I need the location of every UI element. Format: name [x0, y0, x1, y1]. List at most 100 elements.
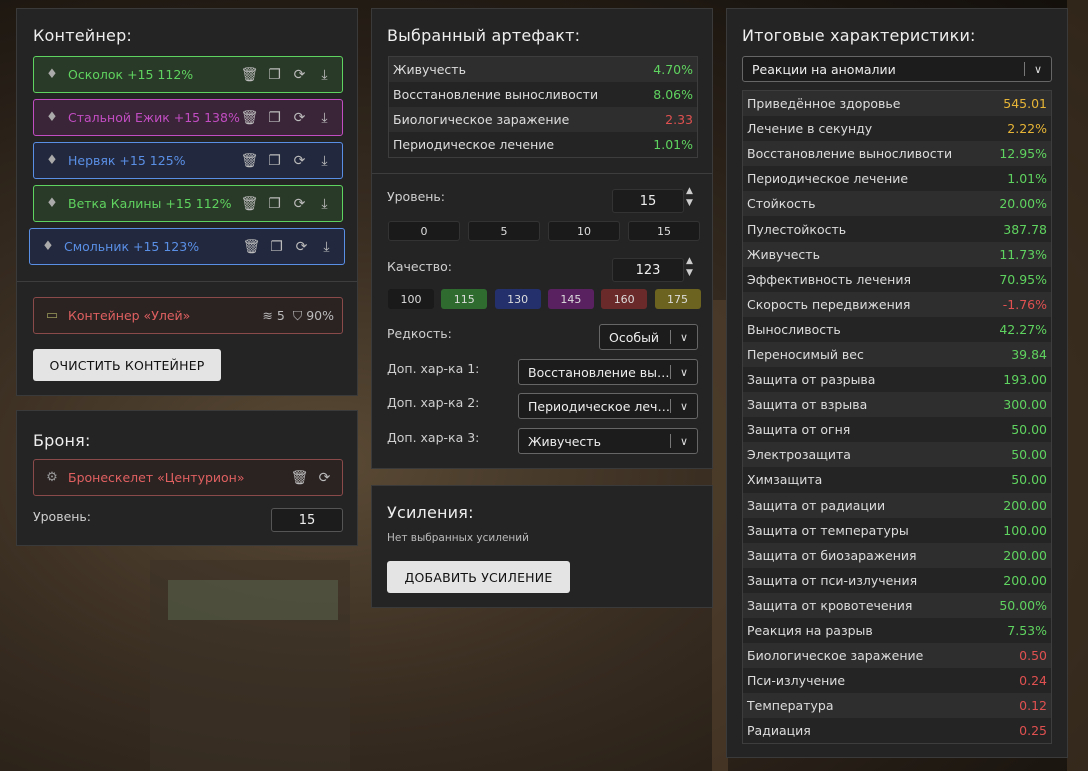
- quality-preset-button[interactable]: 145: [547, 289, 594, 309]
- copy-icon[interactable]: ❐: [267, 239, 286, 255]
- stat-value: 12.95%: [999, 146, 1047, 162]
- quality-stepper-icon[interactable]: ▲ ▼: [686, 255, 693, 279]
- rarity-label: Редкость:: [387, 326, 452, 341]
- download-icon[interactable]: ⤓: [315, 110, 334, 126]
- divider: [372, 173, 712, 174]
- artifact-title: Выбранный артефакт:: [387, 26, 581, 45]
- total-stat-row: Биологическое заражение 0.50: [743, 643, 1051, 669]
- stat-value: 193.00: [1003, 372, 1047, 388]
- chevron-down-icon: ∨: [679, 399, 689, 413]
- level-input[interactable]: 15: [612, 189, 684, 213]
- stat-value: 200.00: [1003, 497, 1047, 513]
- artifact-stat-row: Периодическое лечение 1.01%: [389, 132, 697, 157]
- totals-filter-select[interactable]: Реакции на аномалии ∨: [742, 56, 1052, 82]
- total-stat-row: Пулестойкость 387.78: [743, 216, 1051, 241]
- download-icon[interactable]: ⤓: [315, 67, 334, 83]
- swap-icon[interactable]: ⟳: [290, 196, 309, 212]
- quality-preset-button[interactable]: 130: [494, 289, 541, 309]
- stat-name: Восстановление выносливости: [393, 87, 599, 102]
- delete-icon[interactable]: 🗑: [242, 239, 261, 255]
- level-stepper-icon[interactable]: ▲ ▼: [686, 185, 693, 209]
- container-panel: Контейнер: ♦ Осколок +15 112% 🗑 ❐ ⟳ ⤓ ♦ …: [16, 8, 358, 396]
- delete-icon[interactable]: 🗑: [240, 153, 259, 169]
- delete-icon[interactable]: 🗑: [240, 196, 259, 212]
- quality-label: Качество:: [387, 259, 452, 274]
- add-boost-button[interactable]: ДОБАВИТЬ УСИЛЕНИЕ: [387, 561, 570, 593]
- stat-value: 8.06%: [653, 87, 693, 102]
- stat-name: Периодическое лечение: [393, 137, 555, 152]
- stat-value: 0.24: [1019, 673, 1047, 689]
- stat-name: Защита от огня: [747, 422, 851, 438]
- download-icon[interactable]: ⤓: [317, 239, 336, 255]
- extra1-select[interactable]: Восстановление выносливости ∨: [518, 359, 698, 385]
- armor-item[interactable]: ⚙ Бронескелет «Центурион» 🗑 ⟳: [33, 459, 343, 496]
- container-item[interactable]: ♦ Смольник +15 123% 🗑 ❐ ⟳ ⤓: [29, 228, 345, 265]
- swap-icon[interactable]: ⟳: [290, 67, 309, 83]
- total-stat-row: Скорость передвижения -1.76%: [743, 291, 1051, 317]
- delete-icon[interactable]: 🗑: [240, 67, 259, 83]
- stat-value: -1.76%: [1002, 296, 1047, 312]
- exoskeleton-icon: ⚙: [46, 470, 58, 485]
- artifact-smolnik-icon: ♦: [42, 239, 54, 254]
- level-preset-button[interactable]: 15: [628, 221, 700, 241]
- stat-value: 100.00: [1003, 522, 1047, 538]
- rarity-select[interactable]: Особый ∨: [599, 324, 698, 350]
- download-icon[interactable]: ⤓: [315, 196, 334, 212]
- container-box[interactable]: ▭ Контейнер «Улей» ≋ 5 ⛉ 90%: [33, 297, 343, 334]
- level-preset-button[interactable]: 10: [548, 221, 620, 241]
- container-slots: 5: [276, 308, 285, 323]
- copy-icon[interactable]: ❐: [265, 196, 284, 212]
- total-stat-row: Выносливость 42.27%: [743, 317, 1051, 342]
- extra2-label: Доп. хар-ка 2:: [387, 395, 480, 410]
- stat-name: Лечение в секунду: [747, 121, 873, 137]
- total-stat-row: Пси-излучение 0.24: [743, 668, 1051, 693]
- armor-level-input[interactable]: 15: [271, 508, 343, 532]
- container-item[interactable]: ♦ Нервяк +15 125% 🗑 ❐ ⟳ ⤓: [33, 142, 343, 179]
- copy-icon[interactable]: ❐: [265, 153, 284, 169]
- container-item[interactable]: ♦ Осколок +15 112% 🗑 ❐ ⟳ ⤓: [33, 56, 343, 93]
- copy-icon[interactable]: ❐: [265, 67, 284, 83]
- total-stat-row: Реакция на разрыв 7.53%: [743, 618, 1051, 643]
- quality-preset-button[interactable]: 160: [601, 289, 648, 309]
- stat-name: Живучесть: [747, 246, 820, 262]
- stat-name: Переносимый вес: [747, 346, 864, 362]
- clear-container-button[interactable]: ОЧИСТИТЬ КОНТЕЙНЕР: [33, 349, 221, 381]
- container-protection: 90%: [306, 308, 334, 323]
- stat-value: 7.53%: [1007, 623, 1047, 639]
- boosts-title: Усиления:: [387, 503, 474, 522]
- container-item[interactable]: ♦ Ветка Калины +15 112% 🗑 ❐ ⟳ ⤓: [33, 185, 343, 222]
- stat-name: Защита от кровотечения: [747, 597, 913, 613]
- level-label: Уровень:: [387, 189, 446, 204]
- container-box-icon: ▭: [45, 308, 59, 323]
- extra2-select[interactable]: Периодическое лечение ∨: [518, 393, 698, 419]
- totals-panel: Итоговые характеристики: Реакции на аном…: [726, 8, 1068, 758]
- container-item[interactable]: ♦ Стальной Ежик +15 138% 🗑 ❐ ⟳ ⤓: [33, 99, 343, 136]
- swap-icon[interactable]: ⟳: [292, 239, 311, 255]
- swap-icon[interactable]: ⟳: [290, 153, 309, 169]
- stat-name: Периодическое лечение: [747, 171, 909, 187]
- quality-preset-button[interactable]: 115: [441, 289, 488, 309]
- quality-input[interactable]: 123: [612, 258, 684, 282]
- quality-preset-button[interactable]: 175: [654, 289, 701, 309]
- totals-stats-table: Приведённое здоровье 545.01 Лечение в сек…: [742, 90, 1052, 745]
- delete-icon[interactable]: 🗑: [240, 110, 259, 126]
- copy-icon[interactable]: ❐: [265, 110, 284, 126]
- download-icon[interactable]: ⤓: [315, 153, 334, 169]
- container-item-name: Осколок +15 112%: [68, 67, 194, 82]
- stat-value: 2.22%: [1007, 121, 1047, 137]
- total-stat-row: Живучесть 11.73%: [743, 241, 1051, 267]
- stat-value: 1.01%: [1007, 171, 1047, 187]
- delete-icon[interactable]: 🗑: [290, 470, 309, 486]
- level-preset-button[interactable]: 0: [388, 221, 460, 241]
- extra3-select[interactable]: Живучесть ∨: [518, 428, 698, 454]
- quality-preset-button[interactable]: 100: [388, 289, 434, 309]
- level-preset-button[interactable]: 5: [468, 221, 540, 241]
- container-item-name: Стальной Ежик +15 138%: [68, 110, 240, 125]
- stat-name: Защита от радиации: [747, 497, 886, 513]
- totals-title: Итоговые характеристики:: [742, 26, 976, 45]
- armor-panel: Броня: ⚙ Бронескелет «Центурион» 🗑 ⟳ Уро…: [16, 410, 358, 546]
- total-stat-row: Защита от разрыва 193.00: [743, 367, 1051, 392]
- swap-icon[interactable]: ⟳: [315, 470, 334, 486]
- swap-icon[interactable]: ⟳: [290, 110, 309, 126]
- total-stat-row: Радиация 0.25: [743, 718, 1051, 743]
